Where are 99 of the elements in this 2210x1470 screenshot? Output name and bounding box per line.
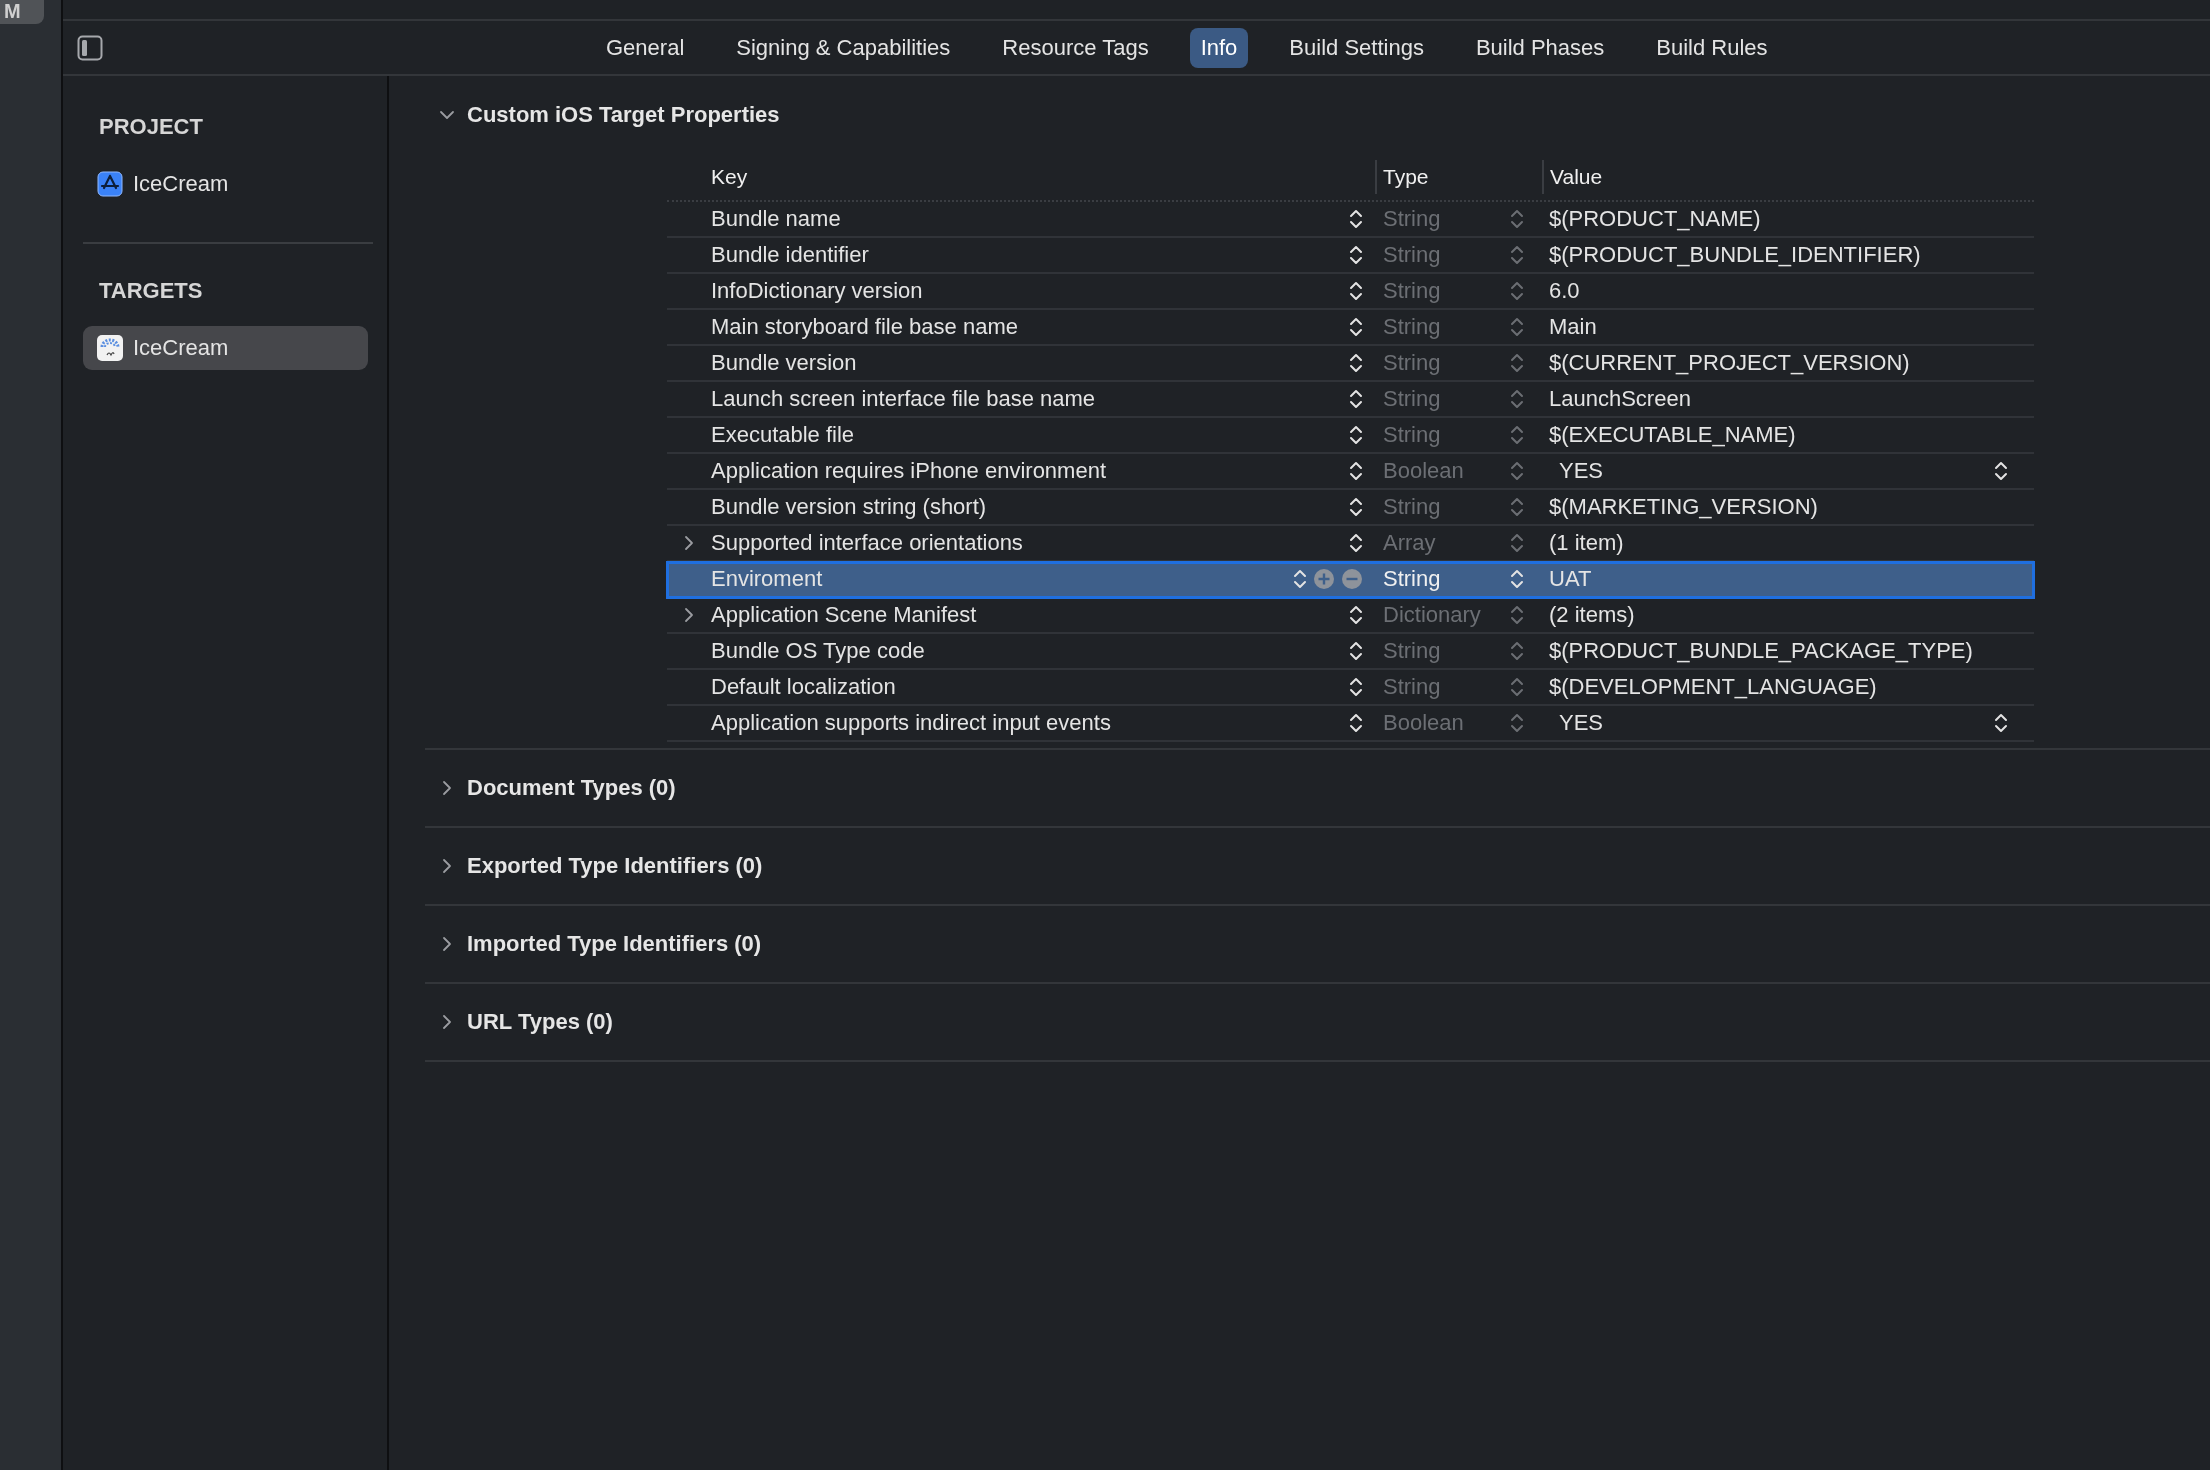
type-text: String: [1383, 494, 1441, 520]
key-text: Enviroment: [711, 566, 824, 592]
value-text: $(CURRENT_PROJECT_VERSION): [1549, 350, 1910, 376]
sidebar-item[interactable]: IceCream: [83, 326, 368, 370]
type-text: String: [1383, 674, 1441, 700]
type-text: String: [1383, 206, 1441, 232]
key-text: Application requires iPhone environment: [711, 458, 1107, 484]
tab[interactable]: Signing & Capabilities: [725, 27, 962, 68]
item-label: IceCream: [133, 171, 229, 197]
stepper-icon[interactable]: [1349, 495, 1363, 519]
key-text: Application supports indirect input events: [711, 710, 1112, 736]
section-title: Custom iOS Target Properties: [467, 102, 780, 128]
type-text: Boolean: [1383, 710, 1464, 736]
stepper-icon[interactable]: [1994, 459, 2008, 483]
value-popup-text: YES: [1558, 710, 1604, 736]
key-text: Launch screen interface file base name: [711, 386, 1096, 412]
type-text: String: [1383, 566, 1441, 592]
type-text: String: [1383, 386, 1441, 412]
key-text: Supported interface orientations: [711, 530, 1024, 556]
stepper-icon[interactable]: [1349, 711, 1363, 735]
stepper-icon[interactable]: [1349, 603, 1363, 627]
section-title: URL Types (0): [467, 1009, 613, 1035]
table-row[interactable]: InfoDictionary version String 6.0: [667, 274, 2034, 310]
type-text: Boolean: [1383, 458, 1464, 484]
sidebar-toggle-icon[interactable]: [77, 34, 103, 61]
key-text: Main storyboard file base name: [711, 314, 1019, 340]
stepper-icon[interactable]: [1349, 315, 1363, 339]
column-header[interactable]: Value: [1542, 160, 2034, 194]
value-text: (2 items): [1549, 602, 1635, 628]
table-row[interactable]: Bundle identifier String $(PRODUCT_BUNDLE_IDENTIFIER): [667, 238, 2034, 274]
value-text: (1 item): [1549, 530, 1624, 556]
stepper-icon[interactable]: [1349, 531, 1363, 555]
key-text: Bundle version: [711, 350, 858, 376]
type-text: String: [1383, 422, 1441, 448]
value-text: LaunchScreen: [1549, 386, 1691, 412]
value-text: UAT: [1549, 566, 1592, 592]
value-text: $(PRODUCT_BUNDLE_IDENTIFIER): [1549, 242, 1921, 268]
table-row[interactable]: Bundle OS Type code String $(PRODUCT_BUNDLE_PACKAGE_TYPE): [667, 634, 2034, 670]
table-row[interactable]: Main storyboard file base name String Main: [667, 310, 2034, 346]
type-text: String: [1383, 242, 1441, 268]
table-row[interactable]: Application Scene Manifest Dictionary (2 items): [667, 598, 2034, 634]
tab[interactable]: Build Rules: [1645, 27, 1779, 68]
table-row[interactable]: Bundle version String $(CURRENT_PROJECT_VERSION): [667, 346, 2034, 382]
stepper-icon[interactable]: [1994, 711, 2008, 735]
key-text: Executable file: [711, 422, 856, 448]
value-text: $(PRODUCT_NAME): [1549, 206, 1761, 232]
tab[interactable]: Info: [1189, 27, 1249, 68]
table-row[interactable]: Default localization String $(DEVELOPMENT_LANGUAGE): [667, 670, 2034, 706]
key-text: Bundle identifier: [711, 242, 870, 268]
key-text: Bundle name: [711, 206, 842, 232]
table-row[interactable]: Executable file String $(EXECUTABLE_NAME): [667, 418, 2034, 454]
sidebar-item[interactable]: IceCream: [83, 162, 368, 206]
key-text: Default localization: [711, 674, 897, 700]
section-title: Exported Type Identifiers (0): [467, 853, 763, 879]
value-popup-text: YES: [1558, 458, 1604, 484]
app-icon: [97, 335, 123, 361]
key-text: InfoDictionary version: [711, 278, 924, 304]
sidebar-heading: PROJECT: [98, 114, 204, 140]
value-text: Main: [1549, 314, 1597, 340]
stepper-icon[interactable]: [1349, 207, 1363, 231]
stepper-icon[interactable]: [1349, 351, 1363, 375]
tab[interactable]: General: [595, 27, 696, 68]
value-text: $(DEVELOPMENT_LANGUAGE): [1549, 674, 1877, 700]
type-text: Array: [1383, 530, 1436, 556]
section-title: Imported Type Identifiers (0): [467, 931, 762, 957]
value-text: $(PRODUCT_BUNDLE_PACKAGE_TYPE): [1549, 638, 1973, 664]
item-label: IceCream: [133, 335, 229, 361]
table-row[interactable]: Application requires iPhone environment Boolean YES: [667, 454, 2034, 490]
stepper-icon[interactable]: [1349, 279, 1363, 303]
table-row[interactable]: Application supports indirect input events Boolean YES: [667, 706, 2034, 742]
app-store-icon: [97, 171, 123, 197]
table-row[interactable]: Bundle version string (short) String $(MARKETING_VERSION): [667, 490, 2034, 526]
column-header[interactable]: Key: [667, 160, 1375, 194]
table-row[interactable]: Bundle name String $(PRODUCT_NAME): [667, 202, 2034, 238]
type-text: Dictionary: [1383, 602, 1481, 628]
value-text: 6.0: [1549, 278, 1580, 304]
stepper-icon[interactable]: [1349, 639, 1363, 663]
tab[interactable]: Resource Tags: [991, 27, 1160, 68]
key-text: Bundle version string (short): [711, 494, 988, 520]
key-text: Bundle OS Type code: [711, 638, 926, 664]
value-text: $(MARKETING_VERSION): [1549, 494, 1818, 520]
stepper-icon[interactable]: [1349, 459, 1363, 483]
value-text: $(EXECUTABLE_NAME): [1549, 422, 1796, 448]
column-header[interactable]: Type: [1375, 160, 1542, 194]
section-title: Document Types (0): [467, 775, 676, 801]
table-row[interactable]: Launch screen interface file base name String LaunchScreen: [667, 382, 2034, 418]
stepper-icon[interactable]: [1349, 423, 1363, 447]
key-text: Application Scene Manifest: [711, 602, 978, 628]
type-text: String: [1383, 350, 1441, 376]
dock-tile[interactable]: M: [0, 0, 44, 24]
stepper-icon[interactable]: [1349, 675, 1363, 699]
stepper-icon[interactable]: [1349, 243, 1363, 267]
sidebar-heading: TARGETS: [98, 278, 204, 304]
tab[interactable]: Build Phases: [1464, 27, 1616, 68]
type-text: String: [1383, 278, 1441, 304]
tab[interactable]: Build Settings: [1278, 27, 1435, 68]
type-text: String: [1383, 638, 1441, 664]
stepper-icon[interactable]: [1349, 387, 1363, 411]
type-text: String: [1383, 314, 1441, 340]
